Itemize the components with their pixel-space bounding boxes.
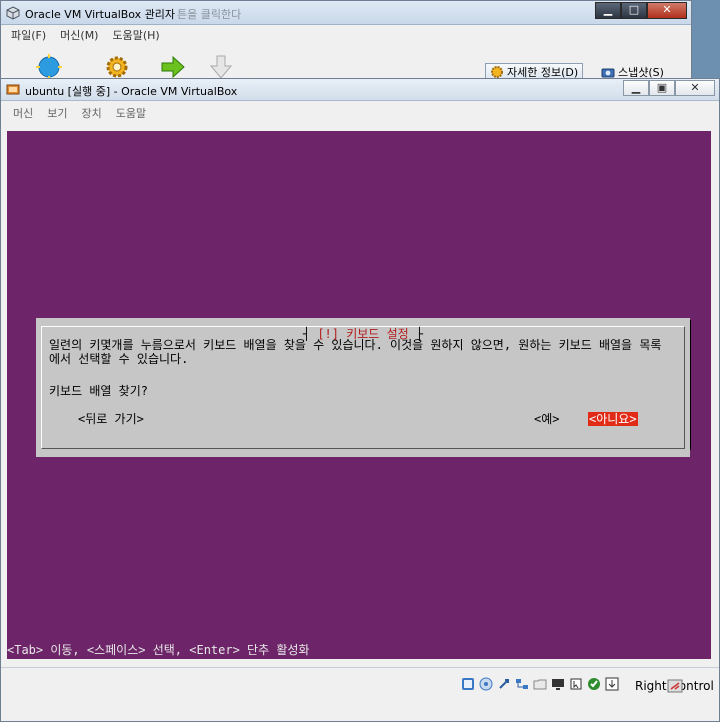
vm-maximize-button[interactable]: ▣ <box>649 80 675 96</box>
vm-minimize-button[interactable]: ▁ <box>623 80 649 96</box>
vm-title: ubuntu [실행 중] - Oracle VM VirtualBox <box>25 85 238 98</box>
virtualization-icon[interactable] <box>587 677 601 691</box>
maximize-button[interactable]: □ <box>621 2 647 19</box>
shared-folder-icon[interactable] <box>533 677 547 691</box>
go-back-button[interactable]: <뒤로 가기> <box>78 412 144 426</box>
minimize-button[interactable]: ▁ <box>595 2 621 19</box>
vm-menu-devices[interactable]: 장치 <box>82 105 102 121</box>
settings-gear-icon[interactable] <box>103 53 131 81</box>
virtualbox-icon <box>6 6 20 20</box>
vm-window-icon <box>6 84 20 95</box>
host-key-arrow-icon[interactable] <box>605 677 619 691</box>
close-button[interactable]: ✕ <box>647 2 687 19</box>
mouse-integration-icon[interactable] <box>569 677 583 691</box>
keyboard-hint: <Tab> 이동, <스페이스> 선택, <Enter> 단추 활성화 <box>7 643 310 657</box>
network-icon[interactable] <box>515 677 529 691</box>
resize-grip-icon[interactable] <box>667 679 683 693</box>
start-arrow-icon[interactable] <box>159 53 187 81</box>
discard-arrow-icon[interactable] <box>207 53 235 81</box>
vm-title-bar[interactable]: ubuntu [실행 중] - Oracle VM VirtualBox ▁ ▣… <box>1 79 719 101</box>
details-gear-icon <box>491 66 503 78</box>
keyboard-config-dialog: [!] 키보드 설정 일련의 키몇개를 누름으로서 키보드 배열을 찾을 수 있… <box>36 318 690 457</box>
dialog-question: 키보드 배열 찾기? <box>49 384 148 398</box>
vm-menu-machine[interactable]: 머신 <box>13 105 33 121</box>
display-icon[interactable] <box>551 677 565 691</box>
vm-status-bar: Right Control <box>1 667 719 697</box>
yes-button[interactable]: <예> <box>534 412 560 426</box>
menu-help[interactable]: 도움말(H) <box>112 27 159 47</box>
manager-menu-bar: 파일(F) 머신(M) 도움말(H) <box>1 27 160 47</box>
menu-machine[interactable]: 머신(M) <box>60 27 98 47</box>
manager-title: Oracle VM VirtualBox 관리자 <box>25 8 176 21</box>
device-indicators <box>461 677 619 691</box>
no-button[interactable]: <아니요> <box>588 412 638 426</box>
vm-menu-view[interactable]: 보기 <box>47 105 67 121</box>
vm-menu-bar: 머신 보기 장치 도움말 <box>1 103 146 123</box>
hard-disk-icon[interactable] <box>461 677 475 691</box>
new-machine-icon[interactable] <box>35 53 63 81</box>
vm-window-controls: ▁ ▣ ✕ <box>623 80 715 96</box>
guest-screen[interactable]: [!] 키보드 설정 일련의 키몇개를 누름으로서 키보드 배열을 찾을 수 있… <box>7 131 711 659</box>
manager-title-bar[interactable]: Oracle VM VirtualBox 관리자 튼을 클릭한다 ▁ □ ✕ <box>1 1 691 25</box>
camera-icon <box>601 68 615 78</box>
vm-window: ubuntu [실행 중] - Oracle VM VirtualBox ▁ ▣… <box>0 78 720 722</box>
manager-title-ghost-text: 튼을 클릭한다 <box>177 8 242 21</box>
menu-file[interactable]: 파일(F) <box>11 27 46 47</box>
optical-disc-icon[interactable] <box>479 677 493 691</box>
vm-close-button[interactable]: ✕ <box>675 80 715 96</box>
vm-menu-help[interactable]: 도움말 <box>116 105 146 121</box>
manager-window-controls: ▁ □ ✕ <box>595 2 687 19</box>
dialog-message: 일련의 키몇개를 누름으로서 키보드 배열을 찾을 수 있습니다. 이것을 원하… <box>49 338 662 366</box>
usb-icon[interactable] <box>497 677 511 691</box>
